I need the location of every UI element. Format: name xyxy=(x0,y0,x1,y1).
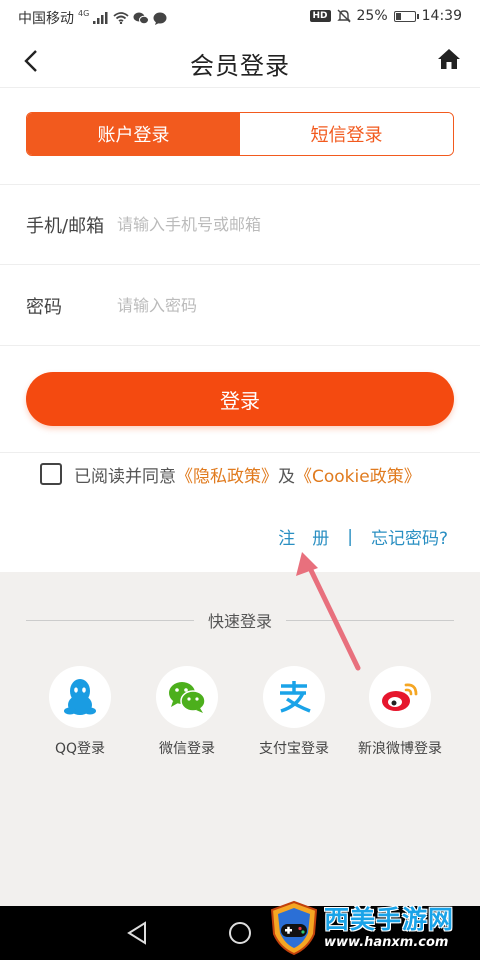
nav-home-icon[interactable] xyxy=(225,918,255,948)
password-row: 密码 xyxy=(0,266,480,346)
login-mode-tabs: 账户登录 短信登录 xyxy=(26,112,454,156)
network-type: 4G xyxy=(78,8,90,18)
gamepad-shield-logo xyxy=(270,900,318,956)
qq-login-label: QQ登录 xyxy=(54,741,106,757)
agreement-checkbox[interactable] xyxy=(40,463,62,485)
quick-login-header: 快速登录 xyxy=(26,608,455,632)
tab-sms-login[interactable]: 短信登录 xyxy=(240,113,453,155)
register-link[interactable]: 注 册 xyxy=(278,524,329,549)
watermark-title: 西美手游网 xyxy=(324,905,455,934)
agreement-and: 及 xyxy=(278,466,295,487)
site-watermark: 西美手游网 www.hanxm.com xyxy=(268,898,474,958)
divider-line xyxy=(26,619,194,621)
forgot-password-link[interactable]: 忘记密码? xyxy=(371,524,448,549)
tab-account-login[interactable]: 账户登录 xyxy=(27,113,240,155)
wechat-login-label: 微信登录 xyxy=(159,741,215,757)
password-input[interactable] xyxy=(115,296,480,315)
account-label: 手机/邮箱 xyxy=(26,215,105,237)
clock: 14:39 xyxy=(421,8,462,24)
status-bar: 中国移动 4G HD 25% 14:39 xyxy=(0,0,480,34)
section-divider xyxy=(0,452,480,453)
battery-percent: 25% xyxy=(356,8,388,24)
login-button[interactable]: 登录 xyxy=(26,372,454,426)
quick-login-options: QQ登录 微信登录 支付宝登录 新浪微博登录 xyxy=(0,666,480,766)
nav-back-icon[interactable] xyxy=(123,918,153,948)
weibo-login-label: 新浪微博登录 xyxy=(358,741,442,757)
page-title: 会员登录 xyxy=(190,52,290,80)
quick-login-title: 快速登录 xyxy=(208,612,273,631)
watermark-url: www.hanxm.com xyxy=(324,935,449,950)
password-label: 密码 xyxy=(26,296,62,318)
privacy-policy-link[interactable]: 《隐私政策》 xyxy=(176,462,278,487)
wechat-notification-icon xyxy=(133,12,150,24)
links-separator: | xyxy=(347,526,353,547)
wifi-icon xyxy=(113,12,129,24)
agreement-row: 已阅读并同意 《隐私政策》 及 《Cookie政策》 xyxy=(40,462,421,487)
mute-bell-icon xyxy=(336,9,351,23)
wechat-login-option[interactable]: 微信登录 xyxy=(132,666,242,758)
home-icon[interactable] xyxy=(436,46,462,72)
message-notification-icon xyxy=(153,12,167,25)
alipay-login-label: 支付宝登录 xyxy=(259,741,329,757)
hd-badge: HD xyxy=(309,10,331,22)
carrier-label: 中国移动 xyxy=(18,11,74,27)
wechat-icon[interactable] xyxy=(156,666,218,728)
qq-login-option[interactable]: QQ登录 xyxy=(25,666,135,758)
qq-icon[interactable] xyxy=(49,666,111,728)
quick-login-section: 快速登录 QQ登录 微信登录 支付宝登录 新浪微博登录 xyxy=(0,572,480,906)
watermark-text: 西美手游网 www.hanxm.com xyxy=(324,907,454,949)
annotation-arrow xyxy=(296,552,361,671)
battery-icon xyxy=(393,10,419,22)
weibo-icon[interactable] xyxy=(369,666,431,728)
agreement-prefix: 已阅读并同意 xyxy=(74,466,176,487)
account-links: 注 册 | 忘记密码? xyxy=(278,524,448,550)
cookie-policy-link[interactable]: 《Cookie政策》 xyxy=(295,462,421,487)
account-input[interactable] xyxy=(115,215,480,234)
status-right: HD 25% 14:39 xyxy=(309,8,462,24)
status-left: 中国移动 4G xyxy=(18,8,167,28)
account-row: 手机/邮箱 xyxy=(0,185,480,265)
app-header: 会员登录 xyxy=(0,34,480,88)
signal-icon xyxy=(93,12,108,24)
